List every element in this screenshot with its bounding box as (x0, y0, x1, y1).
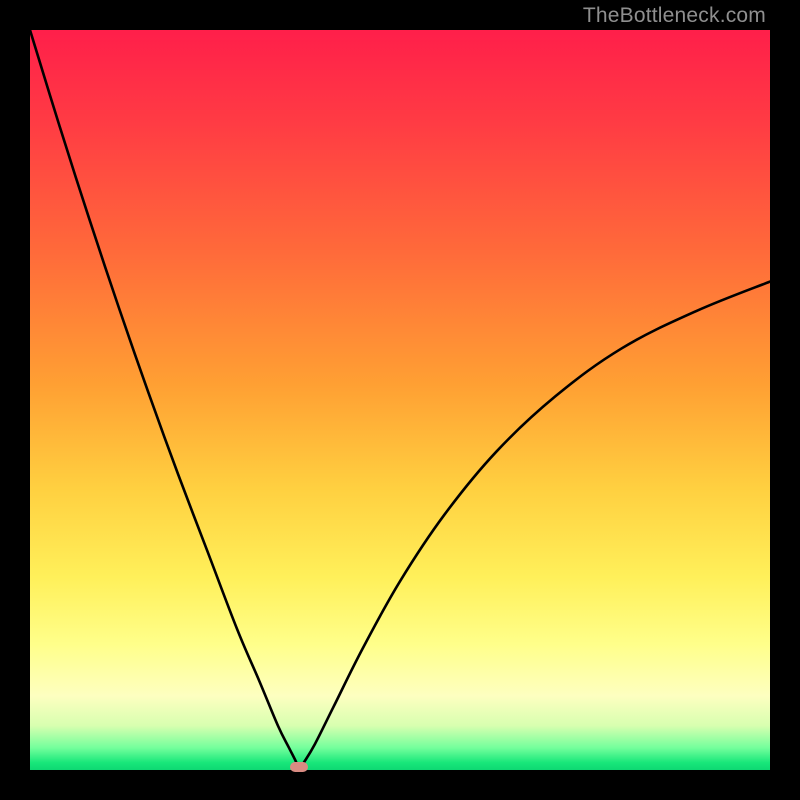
minimum-marker (290, 762, 308, 772)
plot-area (30, 30, 770, 770)
watermark-text: TheBottleneck.com (583, 4, 766, 28)
chart-frame: TheBottleneck.com (0, 0, 800, 800)
curve-svg (30, 30, 770, 770)
bottleneck-curve (30, 30, 770, 770)
